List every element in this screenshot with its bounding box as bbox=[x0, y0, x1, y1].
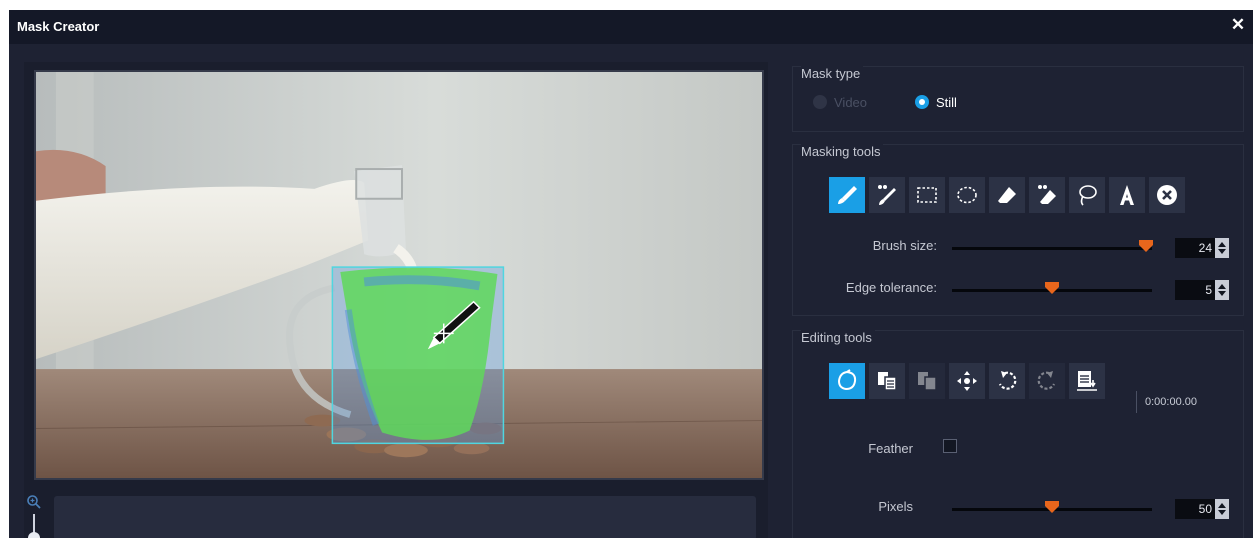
copy-mask-icon bbox=[878, 372, 897, 391]
edge-tolerance-stepper[interactable] bbox=[1215, 280, 1229, 300]
apply-mask-icon bbox=[1077, 371, 1097, 391]
clear-mask-icon bbox=[1157, 185, 1177, 205]
brush-size-slider[interactable] bbox=[952, 240, 1153, 252]
feather-label: Feather bbox=[868, 441, 913, 456]
redo-icon bbox=[1037, 371, 1055, 390]
masking-tools-group: Masking tools Brush size: 24 Edge tolera… bbox=[792, 144, 1244, 316]
smart-brush-tool-button[interactable] bbox=[869, 177, 905, 213]
brush-tool-button[interactable] bbox=[829, 177, 865, 213]
undo-icon bbox=[999, 371, 1017, 390]
title-bar: Mask Creator ✕ bbox=[9, 10, 1253, 44]
ellipse-tool-button[interactable] bbox=[949, 177, 985, 213]
auto-mask-icon bbox=[837, 369, 857, 391]
eraser-tool-button[interactable] bbox=[989, 177, 1025, 213]
brush-size-slider-handle[interactable] bbox=[1139, 240, 1153, 252]
timeline-area[interactable] bbox=[54, 496, 756, 538]
preview-pane bbox=[24, 62, 768, 538]
radio-video[interactable]: Video bbox=[813, 94, 867, 110]
smart-eraser-tool-button[interactable] bbox=[1029, 177, 1065, 213]
editing-tools-group: Editing tools 0:00:00.00 Feather Pixels … bbox=[792, 330, 1244, 538]
brush-icon bbox=[838, 186, 857, 204]
paste-mask-icon bbox=[918, 372, 937, 391]
mask-type-label: Mask type bbox=[801, 66, 864, 81]
zoom-icon[interactable] bbox=[26, 494, 42, 510]
editing-tools-label: Editing tools bbox=[801, 330, 875, 345]
smart-brush-icon bbox=[878, 185, 896, 205]
move-mask-button[interactable] bbox=[949, 363, 985, 399]
radio-video-dot bbox=[813, 95, 827, 109]
lasso-icon bbox=[1079, 185, 1097, 206]
lasso-tool-button[interactable] bbox=[1069, 177, 1105, 213]
radio-still[interactable]: Still bbox=[915, 94, 957, 110]
clear-mask-button[interactable] bbox=[1149, 177, 1185, 213]
radio-video-label: Video bbox=[834, 94, 868, 110]
pixels-label: Pixels bbox=[878, 499, 913, 514]
zoom-slider-handle[interactable] bbox=[28, 532, 40, 538]
text-tool-button[interactable] bbox=[1109, 177, 1145, 213]
rectangle-select-icon bbox=[917, 187, 937, 203]
edge-tolerance-slider[interactable] bbox=[952, 282, 1152, 294]
pixels-spinbox[interactable]: 50 bbox=[1175, 499, 1229, 519]
pixels-slider-handle[interactable] bbox=[1045, 501, 1059, 513]
brush-size-value[interactable]: 24 bbox=[1175, 238, 1215, 258]
timecode-field[interactable]: 0:00:00.00 bbox=[1136, 391, 1226, 413]
undo-button[interactable] bbox=[989, 363, 1025, 399]
rectangle-tool-button[interactable] bbox=[909, 177, 945, 213]
pixels-slider[interactable] bbox=[952, 501, 1152, 513]
pixels-value[interactable]: 50 bbox=[1175, 499, 1215, 519]
auto-mask-button[interactable] bbox=[829, 363, 865, 399]
edge-tolerance-value[interactable]: 5 bbox=[1175, 280, 1215, 300]
apply-mask-button[interactable] bbox=[1069, 363, 1105, 399]
smart-eraser-icon bbox=[1038, 185, 1056, 204]
edge-tolerance-label: Edge tolerance: bbox=[845, 280, 937, 295]
brush-size-spinbox[interactable]: 24 bbox=[1175, 238, 1229, 258]
copy-mask-button[interactable] bbox=[869, 363, 905, 399]
edge-tolerance-spinbox[interactable]: 5 bbox=[1175, 280, 1229, 300]
masking-toolbar bbox=[829, 177, 1185, 213]
text-icon bbox=[1120, 185, 1134, 205]
eraser-icon bbox=[998, 187, 1016, 203]
radio-still-label: Still bbox=[936, 94, 957, 110]
brush-size-stepper[interactable] bbox=[1215, 238, 1229, 258]
feather-checkbox[interactable] bbox=[943, 439, 957, 453]
redo-button[interactable] bbox=[1029, 363, 1065, 399]
mask-creator-window: Mask Creator ✕ Mask type Video Still Mas… bbox=[9, 10, 1253, 538]
brush-size-label: Brush size: bbox=[872, 238, 937, 253]
ellipse-select-icon bbox=[957, 186, 977, 204]
mask-type-group: Mask type Video Still bbox=[792, 66, 1244, 132]
edge-tolerance-slider-handle[interactable] bbox=[1045, 282, 1059, 294]
paste-mask-button[interactable] bbox=[909, 363, 945, 399]
radio-still-dot bbox=[915, 95, 929, 109]
preview-image bbox=[36, 72, 762, 478]
pixels-stepper[interactable] bbox=[1215, 499, 1229, 519]
window-title: Mask Creator bbox=[17, 19, 100, 34]
editing-toolbar bbox=[829, 363, 1105, 399]
video-preview[interactable] bbox=[34, 70, 764, 480]
move-icon bbox=[957, 371, 977, 391]
close-icon[interactable]: ✕ bbox=[1229, 16, 1247, 34]
settings-panel: Mask type Video Still Masking tools Brus… bbox=[792, 56, 1253, 538]
masking-tools-label: Masking tools bbox=[801, 144, 884, 159]
